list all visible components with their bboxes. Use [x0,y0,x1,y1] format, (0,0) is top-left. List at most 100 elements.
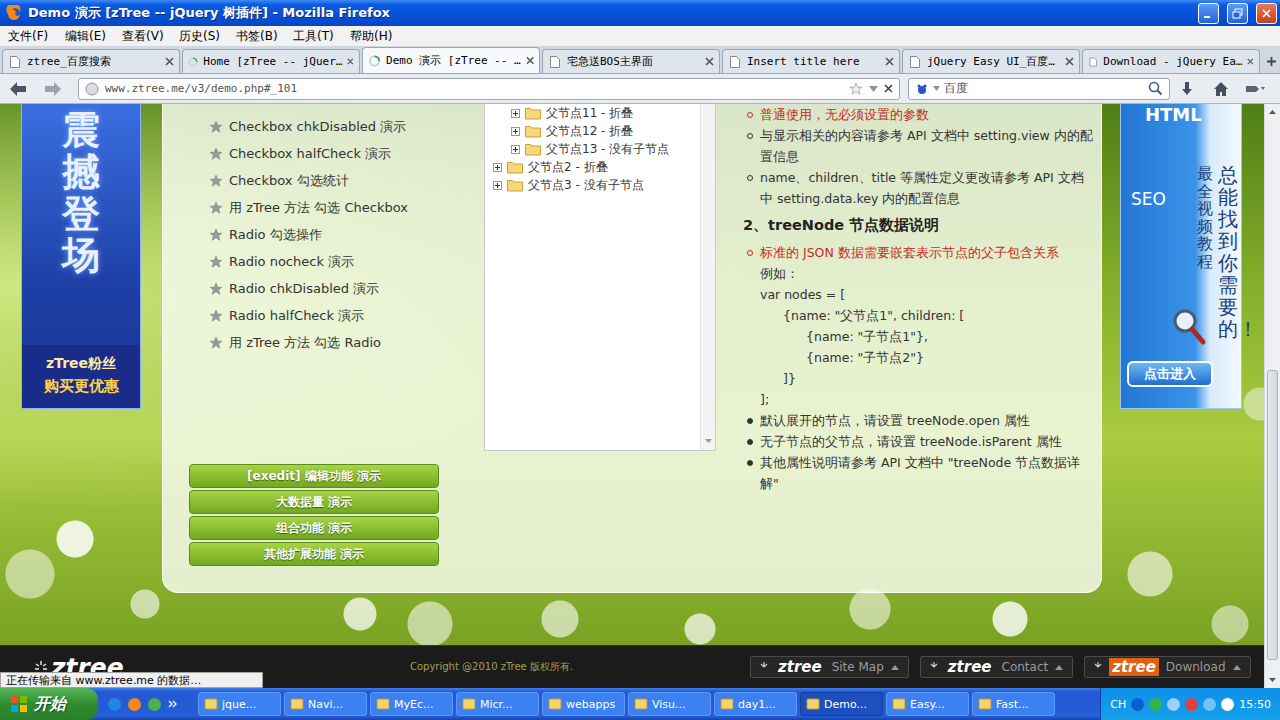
demo-link[interactable]: Radio 勾选操作 [209,221,484,248]
app-icon [806,697,820,711]
address-field[interactable]: www.ztree.me/v3/demo.php#_101 [78,78,900,100]
tray-icon[interactable] [1185,698,1198,711]
tray-icon[interactable] [1203,698,1216,711]
menu-item[interactable]: 工具(T) [286,28,343,45]
more-icon [168,699,178,709]
tray-icon[interactable] [1131,698,1144,711]
ad-tag: SEO [1131,189,1166,271]
back-button[interactable] [6,77,30,101]
footer-link[interactable]: ztreeSite Map [750,656,909,678]
quick-launch [98,698,198,711]
category-button[interactable]: [exedit] 编辑功能 演示 [189,464,439,488]
web-page: 震撼登场zTree粉丝购买更优惠Checkbox chkDisabled 演示C… [0,104,1264,688]
scroll-thumb[interactable] [1267,370,1278,660]
tree-node[interactable]: 父节点11 - 折叠 [485,104,700,122]
category-button[interactable]: 大数据量 演示 [189,490,439,514]
scroll-down-button[interactable] [1265,672,1280,688]
menu-item[interactable]: 书签(B) [229,28,286,45]
browser-tab[interactable]: 宅急送BOS主界面 [542,49,720,73]
scroll-down-button[interactable] [701,434,715,448]
expand-icon[interactable] [511,109,520,118]
task-button[interactable]: Navi... [284,692,367,716]
demo-link[interactable]: Radio nocheck 演示 [209,248,484,275]
scroll-up-button[interactable] [1265,104,1280,120]
browser-tab[interactable]: Insert title here [722,49,900,73]
right-ad-banner[interactable]: HTMLSEO最全视频教程点击进入总能找到你需要的！ [1121,104,1241,408]
task-button[interactable]: Visu... [628,692,711,716]
expand-icon[interactable] [493,181,502,190]
app-icon [376,697,390,711]
task-button[interactable]: Easy... [886,692,969,716]
task-button[interactable]: day1... [714,692,797,716]
browser-tab[interactable]: Home [zTree -- jQuer… [182,49,360,73]
system-tray: CH 15:50 [1100,688,1280,720]
addon-button[interactable] [1238,77,1272,101]
tab-label: Insert title here [747,55,880,68]
menu-item[interactable]: 文件(F) [1,28,58,45]
doc-code-line: {name: "子节点1"}, [743,326,1093,347]
footer-link[interactable]: ztreeContact [920,656,1073,678]
footer-link[interactable]: ztreeDownload [1084,656,1250,678]
task-button[interactable]: Fast... [972,692,1055,716]
menu-item[interactable]: 编辑(E) [58,28,115,45]
language-indicator[interactable]: CH [1110,698,1126,711]
doc-code-line: 例如： [743,263,1093,284]
expand-icon[interactable] [493,163,502,172]
demo-link[interactable]: Checkbox halfCheck 演示 [209,140,484,167]
firefox-icon[interactable] [128,698,141,711]
task-button[interactable]: jque... [198,692,281,716]
left-ad-banner[interactable]: 震撼登场zTree粉丝购买更优惠 [22,104,140,408]
close-button[interactable] [1256,3,1277,24]
demo-link[interactable]: Checkbox 勾选统计 [209,167,484,194]
doc-code-line: {name: "子节点2"} [743,347,1093,368]
ad-enter-button[interactable]: 点击进入 [1127,361,1213,387]
tree-node[interactable]: 父节点2 - 折叠 [485,158,700,176]
expand-icon[interactable] [511,145,520,154]
download-button[interactable] [1170,77,1204,101]
demo-link[interactable]: 用 zTree 方法 勾选 Checkbox [209,194,484,221]
demo-link[interactable]: Checkbox chkDisabled 演示 [209,113,484,140]
tree-node[interactable]: 父节点3 - 没有子节点 [485,176,700,194]
new-tab-button[interactable] [1262,49,1280,73]
magnifier-icon [1148,81,1163,96]
task-button[interactable]: Demo... [800,692,883,716]
folder-icon [507,179,523,192]
category-button[interactable]: 其他扩展功能 演示 [189,542,439,566]
menu-item[interactable]: 帮助(H) [343,28,400,45]
tree-node[interactable]: 父节点13 - 没有子节点 [485,140,700,158]
home-button[interactable] [1204,77,1238,101]
restore-icon [1232,8,1243,19]
task-button[interactable]: Micr... [456,692,539,716]
ad-badge: HTML [1121,104,1215,126]
tree-scrollbar[interactable] [700,104,715,450]
minimize-button[interactable] [1198,3,1219,24]
browser-tab[interactable]: ztree_百度搜索 [2,49,180,73]
forward-button[interactable] [41,77,65,101]
tray-icon[interactable] [1221,698,1234,711]
close-icon [1247,57,1254,66]
menu-item[interactable]: 查看(V) [115,28,172,45]
browser-tab[interactable]: jQuery Easy UI_百度… [902,49,1080,73]
task-button[interactable]: MyEc... [370,692,453,716]
category-button[interactable]: 组合功能 演示 [189,516,439,540]
page-scrollbar[interactable] [1264,104,1280,688]
tab-label: Demo 演示 [zTree -- … [386,53,521,68]
tray-icon[interactable] [1149,698,1162,711]
app-icon [892,697,906,711]
search-field[interactable]: 百度 [908,78,1170,100]
demo-link[interactable]: Radio halfCheck 演示 [209,302,484,329]
maximize-button[interactable] [1227,3,1248,24]
menu-item[interactable]: 历史(S) [172,28,229,45]
expand-icon[interactable] [511,127,520,136]
ie-icon[interactable] [108,698,121,711]
browser-tab[interactable]: Demo 演示 [zTree -- … [362,47,540,73]
demo-link[interactable]: Radio chkDisabled 演示 [209,275,484,302]
demo-link[interactable]: 用 zTree 方法 勾选 Radio [209,329,484,356]
task-button[interactable]: webapps [542,692,625,716]
clock[interactable]: 15:50 [1239,698,1271,711]
tree-node[interactable]: 父节点12 - 折叠 [485,122,700,140]
browser-tab[interactable]: Download - jQuery Ea… [1082,49,1260,73]
start-button[interactable]: 开始 [0,688,98,720]
browser-icon[interactable] [148,698,161,711]
tray-icon[interactable] [1167,698,1180,711]
